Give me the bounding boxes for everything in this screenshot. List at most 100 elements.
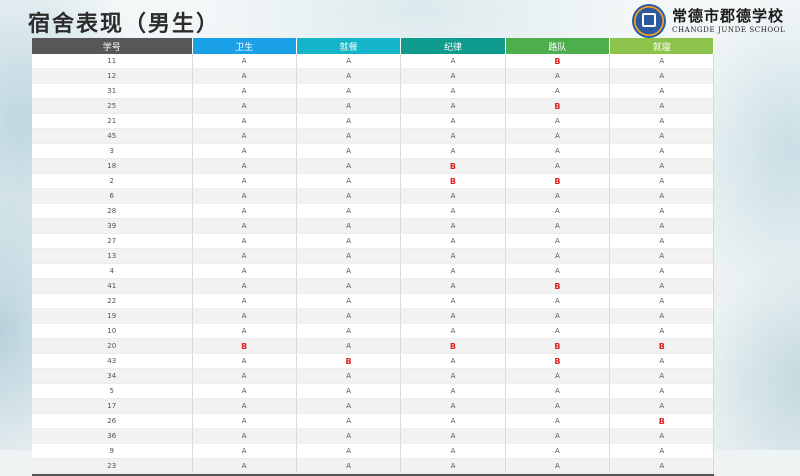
cell-student-id: 12 — [32, 68, 193, 84]
cell-discipline: A — [400, 458, 506, 474]
cell-bedtime: A — [609, 458, 715, 474]
school-logo: 常德市郡德学校 CHANGDE JUNDE SCHOOL — [632, 4, 796, 38]
cell-dining: A — [296, 233, 402, 249]
cell-dining: A — [296, 443, 402, 459]
header-bedtime: 就寝 — [609, 38, 715, 54]
cell-student-id: 3 — [32, 143, 193, 159]
table-body: 11 A A A B A 12 A A A A A 31 A A A A A 25 A A A B A 21 A A A A A 45 A A A… — [32, 54, 715, 474]
cell-bedtime: A — [609, 158, 715, 174]
cell-bedtime: B — [609, 338, 715, 354]
cell-discipline: A — [400, 278, 506, 294]
table-row: 27 A A A A A — [32, 233, 715, 249]
cell-hygiene: A — [192, 68, 297, 84]
cell-discipline: A — [400, 54, 506, 69]
cell-discipline: A — [400, 203, 506, 219]
cell-hygiene: A — [192, 158, 297, 174]
table-row: 17 A A A A A — [32, 398, 715, 414]
cell-discipline: A — [400, 443, 506, 459]
logo-english-name: CHANGDE JUNDE SCHOOL — [672, 25, 786, 34]
cell-bedtime: A — [609, 54, 715, 69]
cell-bedtime: A — [609, 323, 715, 339]
cell-discipline: A — [400, 113, 506, 129]
cell-line-up: B — [505, 54, 611, 69]
cell-discipline: A — [400, 428, 506, 444]
cell-hygiene: A — [192, 113, 297, 129]
cell-hygiene: A — [192, 218, 297, 234]
cell-hygiene: A — [192, 188, 297, 204]
cell-bedtime: A — [609, 263, 715, 279]
table-row: 4AAAAA — [32, 263, 715, 279]
cell-line-up: A — [505, 83, 611, 99]
cell-student-id: 5 — [32, 383, 193, 399]
cell-discipline: A — [400, 83, 506, 99]
cell-hygiene: A — [192, 398, 297, 414]
cell-hygiene: A — [192, 428, 297, 444]
cell-line-up: A — [505, 263, 611, 279]
cell-bedtime: B — [609, 413, 715, 429]
table-row: 5AAAAA — [32, 383, 715, 399]
cell-student-id: 45 — [32, 128, 193, 144]
table-row: 45 A A A A A — [32, 128, 715, 144]
cell-dining: A — [296, 143, 402, 159]
table-row: 18 A A B A A — [32, 158, 715, 174]
cell-line-up: A — [505, 248, 611, 264]
table-row: 31 A A A A A — [32, 83, 715, 99]
cell-line-up: A — [505, 158, 611, 174]
cell-discipline: A — [400, 413, 506, 429]
table-row: 9AAAAA — [32, 443, 715, 459]
cell-student-id: 10 — [32, 323, 193, 339]
table-header-row: 学号 卫生 就餐 纪律 路队 就寝 — [32, 38, 715, 54]
cell-line-up: B — [505, 338, 611, 354]
cell-dining: A — [296, 173, 402, 189]
cell-dining: A — [296, 293, 402, 309]
cell-bedtime: A — [609, 83, 715, 99]
cell-student-id: 23 — [32, 458, 193, 474]
cell-student-id: 4 — [32, 263, 193, 279]
cell-bedtime: A — [609, 293, 715, 309]
cell-bedtime: A — [609, 428, 715, 444]
page-title: 宿舍表现（男生） — [28, 11, 221, 37]
cell-discipline: A — [400, 218, 506, 234]
table-row: 13 A A A A A — [32, 248, 715, 264]
cell-line-up: A — [505, 323, 611, 339]
cell-student-id: 20 — [32, 338, 193, 354]
school-emblem-icon — [632, 4, 666, 38]
table-row: 43 A B A B A — [32, 353, 715, 369]
cell-dining: A — [296, 68, 402, 84]
cell-hygiene: A — [192, 203, 297, 219]
cell-line-up: A — [505, 68, 611, 84]
cell-dining: A — [296, 368, 402, 384]
table-row: 39 A A A A A — [32, 218, 715, 234]
cell-line-up: A — [505, 428, 611, 444]
cell-student-id: 2 — [32, 173, 193, 189]
cell-student-id: 22 — [32, 293, 193, 309]
cell-dining: A — [296, 248, 402, 264]
cell-student-id: 28 — [32, 203, 193, 219]
cell-discipline: A — [400, 263, 506, 279]
table-row: 12 A A A A A — [32, 68, 715, 84]
cell-line-up: A — [505, 383, 611, 399]
cell-bedtime: A — [609, 278, 715, 294]
cell-hygiene: A — [192, 368, 297, 384]
cell-bedtime: A — [609, 383, 715, 399]
cell-discipline: A — [400, 248, 506, 264]
cell-discipline: B — [400, 338, 506, 354]
cell-dining: A — [296, 54, 402, 69]
cell-bedtime: A — [609, 128, 715, 144]
cell-discipline: A — [400, 233, 506, 249]
cell-discipline: A — [400, 398, 506, 414]
cell-discipline: B — [400, 158, 506, 174]
cell-hygiene: A — [192, 233, 297, 249]
cell-student-id: 18 — [32, 158, 193, 174]
cell-hygiene: A — [192, 383, 297, 399]
cell-dining: A — [296, 98, 402, 114]
cell-hygiene: A — [192, 248, 297, 264]
cell-line-up: B — [505, 98, 611, 114]
cell-student-id: 17 — [32, 398, 193, 414]
cell-student-id: 25 — [32, 98, 193, 114]
cell-hygiene: A — [192, 278, 297, 294]
cell-bedtime: A — [609, 233, 715, 249]
table-row: 23 A A A A A — [32, 458, 715, 474]
cell-line-up: A — [505, 128, 611, 144]
cell-hygiene: B — [192, 338, 297, 354]
